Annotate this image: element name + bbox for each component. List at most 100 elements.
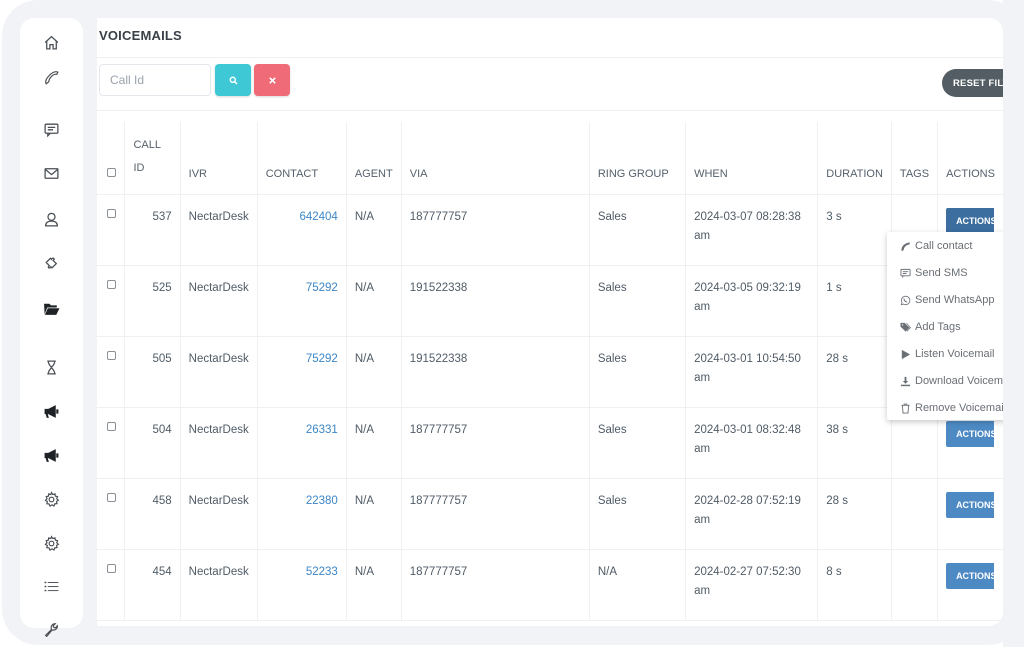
whatsapp-icon	[900, 295, 911, 305]
table-row: 454 NectarDesk 52233 N/A 187777757 N/A 2024-02…	[97, 549, 1003, 621]
column-header-contact[interactable]: CONTACT	[257, 122, 347, 195]
contact-link[interactable]: 75292	[306, 353, 338, 365]
ivr-cell: NectarDesk	[180, 407, 258, 479]
agent-cell: N/A	[346, 407, 402, 479]
contact-link[interactable]: 22380	[306, 495, 338, 507]
column-header-when[interactable]: WHEN	[685, 122, 819, 195]
hourglass-icon	[47, 359, 56, 375]
column-header-actions[interactable]: ACTIONS	[937, 122, 1003, 195]
actions-button[interactable]: ACTIONS	[946, 562, 995, 589]
agent-cell: N/A	[346, 265, 402, 337]
actions-button[interactable]: ACTIONS	[946, 491, 995, 518]
sidebar-item-voicemails[interactable]	[20, 295, 83, 321]
sidebar-item-calls[interactable]	[20, 64, 83, 90]
ivr-cell: NectarDesk	[180, 194, 258, 266]
column-header-duration[interactable]: DURATION	[817, 122, 892, 195]
sidebar-item-messages[interactable]	[20, 116, 83, 142]
contact-link[interactable]: 75292	[306, 282, 338, 294]
contact-link[interactable]: 26331	[306, 424, 338, 436]
agent-cell: N/A	[346, 549, 402, 621]
tags-cell	[891, 478, 939, 550]
tags-icon	[900, 322, 911, 332]
column-header-tags[interactable]: TAGS	[891, 122, 939, 195]
sidebar-item-queue[interactable]	[20, 354, 83, 380]
contact-link[interactable]: 642404	[299, 211, 337, 223]
agent-cell: N/A	[346, 478, 402, 550]
column-header-ring-group[interactable]: RING GROUP	[589, 122, 687, 195]
contact-cell: 75292	[257, 265, 347, 337]
column-header-via[interactable]: VIA	[401, 122, 590, 195]
main-panel: VOICEMAILS RESET FILTERS CALL ID IVR CON…	[97, 18, 1003, 626]
menu-item-listen-voicemail[interactable]: Listen Voicemail	[900, 345, 995, 363]
sidebar-item-admin-settings[interactable]	[20, 530, 83, 556]
page-title: VOICEMAILS	[99, 28, 182, 43]
menu-item-download-voicemail[interactable]: Download Voicemail	[900, 372, 1014, 390]
row-select-cell	[97, 407, 126, 479]
via-cell: 187777757	[401, 194, 590, 266]
contact-cell: 75292	[257, 336, 347, 408]
select-all-cell	[97, 122, 126, 195]
select-all-checkbox[interactable]	[107, 167, 116, 177]
menu-item-remove-voicemail[interactable]: Remove Voicemail	[900, 399, 1006, 417]
table-header-row: CALL ID IVR CONTACT AGENT VIA RING GROUP…	[97, 122, 1003, 195]
ivr-cell: NectarDesk	[180, 549, 258, 621]
trash-icon	[901, 403, 910, 414]
close-icon	[268, 76, 276, 84]
sidebar-item-email[interactable]	[20, 160, 83, 186]
contact-link[interactable]: 52233	[306, 566, 338, 578]
home-icon	[44, 35, 59, 50]
when-cell: 2024-02-28 07:52:19 am	[685, 478, 819, 550]
sidebar-item-lists[interactable]	[20, 573, 83, 599]
row-checkbox[interactable]	[107, 421, 116, 431]
reset-filters-button[interactable]: RESET FILTERS	[942, 69, 1003, 97]
download-icon	[900, 376, 911, 386]
search-icon	[229, 76, 238, 85]
contact-cell: 26331	[257, 407, 347, 479]
when-date: 2024-03-05 09:32:19	[694, 281, 801, 294]
duration-cell: 38 s	[817, 407, 892, 479]
sidebar-item-home[interactable]	[20, 29, 83, 55]
column-header-call-id[interactable]: CALL ID	[124, 122, 181, 195]
column-header-agent[interactable]: AGENT	[346, 122, 402, 195]
menu-item-send-sms[interactable]: Send SMS	[900, 264, 968, 282]
sms-icon	[900, 268, 911, 278]
row-checkbox[interactable]	[107, 350, 116, 360]
via-cell: 191522338	[401, 265, 590, 337]
when-date: 2024-03-01 10:54:50	[694, 352, 801, 365]
via-cell: 191522338	[401, 336, 590, 408]
when-cell: 2024-03-05 09:32:19 am	[685, 265, 819, 337]
actions-button[interactable]: ACTIONS	[946, 420, 995, 447]
sidebar-item-broadcasts[interactable]	[20, 442, 83, 468]
play-icon	[901, 349, 911, 359]
envelope-icon	[44, 167, 59, 179]
contact-cell: 22380	[257, 478, 347, 550]
when-date: 2024-03-01 08:32:48	[694, 423, 801, 436]
menu-item-add-tags[interactable]: Add Tags	[900, 318, 961, 336]
megaphone-icon	[44, 404, 59, 418]
menu-item-call-contact[interactable]: Call contact	[900, 237, 972, 255]
column-header-ivr[interactable]: IVR	[180, 122, 258, 195]
tags-cell	[891, 549, 939, 621]
sidebar-item-settings[interactable]	[20, 486, 83, 512]
search-button[interactable]	[215, 64, 251, 96]
menu-item-send-whatsapp[interactable]: Send WhatsApp	[900, 291, 995, 309]
folder-open-icon	[44, 303, 60, 315]
wrench-icon	[44, 622, 58, 637]
actions-button[interactable]: ACTIONS	[946, 207, 995, 234]
call-id-input[interactable]	[99, 64, 211, 96]
ring-group-cell: Sales	[589, 336, 687, 408]
via-cell: 187777757	[401, 549, 590, 621]
sidebar-item-campaigns[interactable]	[20, 398, 83, 424]
call-id-cell: 525	[124, 265, 181, 337]
sidebar-item-contacts[interactable]	[20, 206, 83, 232]
call-id-cell: 505	[124, 336, 181, 408]
sidebar-item-tools[interactable]	[20, 616, 83, 642]
row-checkbox[interactable]	[107, 208, 116, 218]
clear-filter-button[interactable]	[254, 64, 290, 96]
gear-icon	[44, 534, 60, 551]
sidebar-item-integrations[interactable]	[20, 249, 83, 275]
row-checkbox[interactable]	[107, 563, 116, 573]
phone-icon	[901, 242, 911, 251]
row-checkbox[interactable]	[107, 279, 116, 289]
row-checkbox[interactable]	[107, 492, 116, 502]
